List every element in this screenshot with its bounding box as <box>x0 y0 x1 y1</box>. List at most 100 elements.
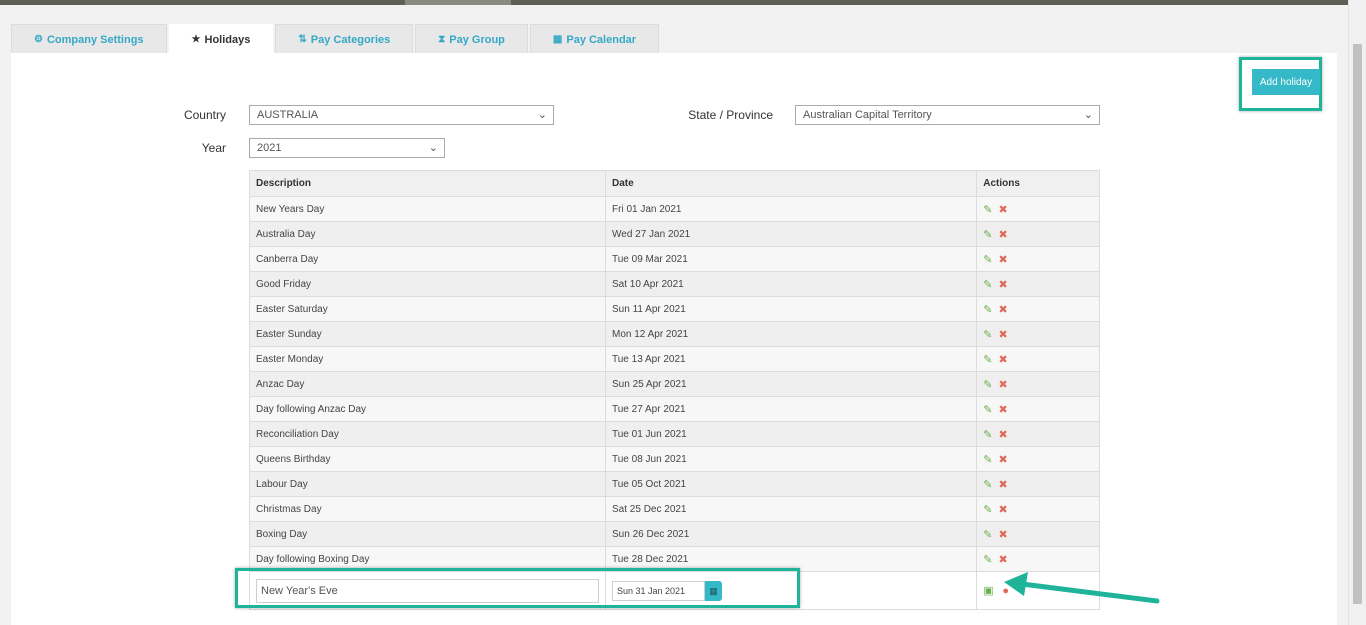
top-bar <box>0 0 1349 5</box>
column-header-actions: Actions <box>976 170 1100 197</box>
edit-icon[interactable]: ✎ <box>983 553 992 566</box>
edit-icon[interactable]: ✎ <box>983 478 992 491</box>
trash-icon[interactable]: ✖ <box>998 378 1007 391</box>
table-row: Australia Day Wed 27 Jan 2021 ✎ ✖ <box>249 221 1100 247</box>
edit-icon[interactable]: ✎ <box>983 228 992 241</box>
trash-icon[interactable]: ✖ <box>998 353 1007 366</box>
trash-icon[interactable]: ✖ <box>998 228 1007 241</box>
edit-icon[interactable]: ✎ <box>983 303 992 316</box>
table-row: Queens Birthday Tue 08 Jun 2021 ✎ ✖ <box>249 446 1100 472</box>
edit-icon[interactable]: ✎ <box>983 403 992 416</box>
year-select[interactable]: 2021 ⌄ <box>249 138 445 158</box>
chevron-down-icon: ⌄ <box>537 109 547 121</box>
scrollbar-thumb[interactable] <box>1353 44 1362 604</box>
trash-icon[interactable]: ✖ <box>998 403 1007 416</box>
holiday-actions-cell: ✎ ✖ <box>976 221 1100 247</box>
holiday-description-cell: Easter Sunday <box>249 321 606 347</box>
column-header-date: Date <box>604 170 978 197</box>
holiday-description-cell: Easter Monday <box>249 346 606 372</box>
holiday-actions-cell: ✎ ✖ <box>976 396 1100 422</box>
trash-icon[interactable]: ✖ <box>998 278 1007 291</box>
state-select-value: Australian Capital Territory <box>803 109 932 121</box>
holiday-description-cell: Labour Day <box>249 471 606 497</box>
holiday-actions-cell: ✎ ✖ <box>976 321 1100 347</box>
holiday-date-cell: Sat 25 Dec 2021 <box>604 496 978 522</box>
trash-icon[interactable]: ✖ <box>998 478 1007 491</box>
table-row: Good Friday Sat 10 Apr 2021 ✎ ✖ <box>249 271 1100 297</box>
edit-icon[interactable]: ✎ <box>983 203 992 216</box>
country-select-value: AUSTRALIA <box>257 109 319 121</box>
holiday-actions-cell: ✎ ✖ <box>976 471 1100 497</box>
trash-icon[interactable]: ✖ <box>998 553 1007 566</box>
trash-icon[interactable]: ✖ <box>998 428 1007 441</box>
holiday-date-cell: Fri 01 Jan 2021 <box>604 196 978 222</box>
chevron-down-icon: ⌄ <box>428 142 438 154</box>
holiday-actions-cell: ✎ ✖ <box>976 196 1100 222</box>
calendar-icon[interactable]: ▦ <box>705 580 722 601</box>
holiday-actions-cell: ✎ ✖ <box>976 371 1100 397</box>
hourglass-icon: ⧗ <box>438 33 446 45</box>
holiday-date-cell: Tue 08 Jun 2021 <box>604 446 978 472</box>
column-header-description: Description <box>249 170 606 197</box>
holiday-description-cell: Queens Birthday <box>249 446 606 472</box>
tab-company-settings[interactable]: ⚙ Company Settings <box>11 24 167 54</box>
holiday-description-cell: Reconciliation Day <box>249 421 606 447</box>
edit-icon[interactable]: ✎ <box>983 428 992 441</box>
table-row: Reconciliation Day Tue 01 Jun 2021 ✎ ✖ <box>249 421 1100 447</box>
trash-icon[interactable]: ✖ <box>998 303 1007 316</box>
country-select[interactable]: AUSTRALIA ⌄ <box>249 105 554 125</box>
gear-icon: ⚙ <box>34 33 43 45</box>
edit-icon[interactable]: ✎ <box>983 278 992 291</box>
edit-icon[interactable]: ✎ <box>983 528 992 541</box>
trash-icon[interactable]: ✖ <box>998 203 1007 216</box>
edit-icon[interactable]: ✎ <box>983 453 992 466</box>
holiday-actions-cell: ✎ ✖ <box>976 521 1100 547</box>
holiday-actions-cell: ✎ ✖ <box>976 546 1100 572</box>
holiday-actions-cell: ✎ ✖ <box>976 446 1100 472</box>
table-row: Easter Monday Tue 13 Apr 2021 ✎ ✖ <box>249 346 1100 372</box>
table-header-row: Description Date Actions <box>249 170 1100 197</box>
holiday-description-cell: Canberra Day <box>249 246 606 272</box>
table-row: Easter Sunday Mon 12 Apr 2021 ✎ ✖ <box>249 321 1100 347</box>
holiday-date-cell: Tue 05 Oct 2021 <box>604 471 978 497</box>
trash-icon[interactable]: ✖ <box>998 503 1007 516</box>
state-select[interactable]: Australian Capital Territory ⌄ <box>795 105 1100 125</box>
table-row: Boxing Day Sun 26 Dec 2021 ✎ ✖ <box>249 521 1100 547</box>
edit-icon[interactable]: ✎ <box>983 503 992 516</box>
edit-icon[interactable]: ✎ <box>983 253 992 266</box>
holiday-description-cell: Day following Anzac Day <box>249 396 606 422</box>
new-holiday-date-input[interactable] <box>612 580 705 601</box>
holiday-date-cell: Sun 11 Apr 2021 <box>604 296 978 322</box>
holiday-actions-cell: ✎ ✖ <box>976 246 1100 272</box>
tab-pay-categories[interactable]: ⇅ Pay Categories <box>275 24 414 54</box>
edit-icon[interactable]: ✎ <box>983 378 992 391</box>
edit-icon[interactable]: ✎ <box>983 353 992 366</box>
pointer-arrow-icon <box>1004 572 1160 604</box>
new-holiday-description-input[interactable] <box>256 578 599 603</box>
table-row: Labour Day Tue 05 Oct 2021 ✎ ✖ <box>249 471 1100 497</box>
star-icon: ★ <box>191 33 201 45</box>
state-label: State / Province <box>688 108 773 122</box>
table-row: Anzac Day Sun 25 Apr 2021 ✎ ✖ <box>249 371 1100 397</box>
new-date-cell: ▦ <box>604 571 978 610</box>
holiday-date-cell: Tue 28 Dec 2021 <box>604 546 978 572</box>
tab-bar: ⚙ Company Settings ★ Holidays ⇅ Pay Cate… <box>11 24 661 54</box>
holidays-table: Description Date Actions New Years Day Fr… <box>249 170 1100 610</box>
edit-icon[interactable]: ✎ <box>983 328 992 341</box>
holiday-description-cell: Good Friday <box>249 271 606 297</box>
tab-pay-calendar[interactable]: ▦ Pay Calendar <box>529 24 660 54</box>
holiday-date-cell: Tue 01 Jun 2021 <box>604 421 978 447</box>
add-holiday-button[interactable]: Add holiday <box>1252 69 1320 95</box>
table-row: Day following Boxing Day Tue 28 Dec 2021 ✎… <box>249 546 1100 572</box>
trash-icon[interactable]: ✖ <box>998 328 1007 341</box>
holiday-actions-cell: ✎ ✖ <box>976 346 1100 372</box>
trash-icon[interactable]: ✖ <box>998 528 1007 541</box>
top-bar-segment <box>405 0 511 5</box>
scrollbar[interactable] <box>1348 0 1366 625</box>
trash-icon[interactable]: ✖ <box>998 253 1007 266</box>
tab-holidays[interactable]: ★ Holidays <box>168 24 274 54</box>
trash-icon[interactable]: ✖ <box>998 453 1007 466</box>
country-label: Country <box>183 108 226 122</box>
save-icon[interactable]: ▣ <box>983 584 993 597</box>
tab-pay-group[interactable]: ⧗ Pay Group <box>415 24 528 54</box>
